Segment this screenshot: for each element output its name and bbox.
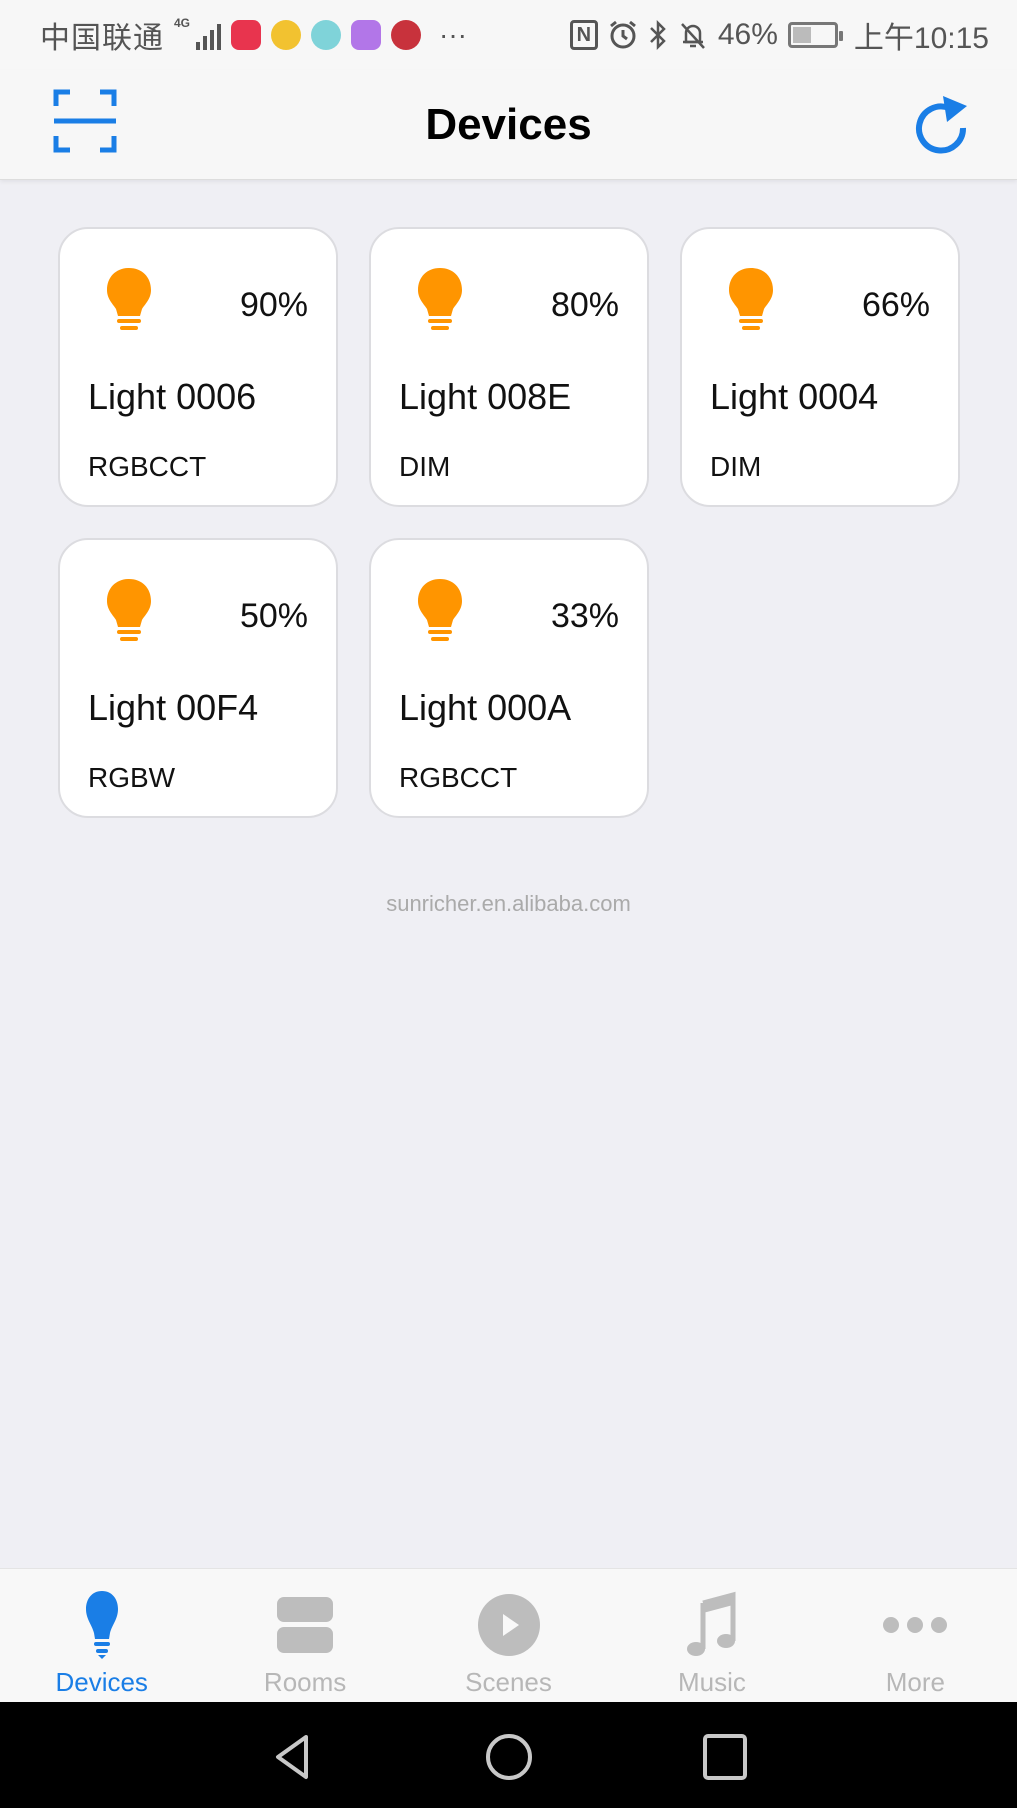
device-card[interactable]: 90% Light 0006 RGBCCT xyxy=(58,227,338,507)
bulb-icon xyxy=(418,579,462,641)
tab-label: Music xyxy=(677,1667,746,1697)
tab-label: More xyxy=(885,1667,945,1697)
device-name: Light 0006 xyxy=(88,376,257,417)
notification-app-icon xyxy=(231,20,262,50)
bulb-icon xyxy=(729,268,773,330)
device-brightness: 50% xyxy=(239,597,308,635)
tab-more[interactable]: More xyxy=(814,1569,1017,1702)
scan-icon xyxy=(53,89,117,153)
vendor-watermark: sunricher.en.alibaba.com xyxy=(386,891,631,916)
device-card[interactable]: 66% Light 0004 DIM xyxy=(680,227,960,507)
tab-label: Rooms xyxy=(263,1667,347,1697)
battery-icon xyxy=(787,22,843,48)
bulb-icon xyxy=(107,579,151,641)
back-icon[interactable] xyxy=(268,1732,318,1782)
tab-rooms[interactable]: Rooms xyxy=(203,1569,406,1702)
tab-label: Scenes xyxy=(465,1667,552,1697)
status-bar: 中国联通 4G ··· N 46% 上午10:15 xyxy=(0,0,1017,70)
refresh-button[interactable] xyxy=(909,86,973,156)
device-name: Light 00F4 xyxy=(88,687,259,728)
tab-devices[interactable]: Devices xyxy=(0,1569,203,1702)
network-type: 4G xyxy=(174,16,191,30)
more-notifications-icon: ··· xyxy=(439,19,467,50)
refresh-icon xyxy=(916,96,967,154)
notification-bank-icon xyxy=(391,20,422,50)
device-name: Light 008E xyxy=(399,376,572,417)
alarm-icon xyxy=(609,20,636,49)
status-bar-left: 中国联通 4G ··· xyxy=(40,13,467,57)
device-name: Light 0004 xyxy=(710,376,879,417)
carrier-name: 中国联通 xyxy=(40,22,164,55)
device-type: RGBCCT xyxy=(399,762,518,793)
device-type: DIM xyxy=(399,451,451,482)
mute-bell-icon xyxy=(680,23,705,49)
device-card[interactable]: 50% Light 00F4 RGBW xyxy=(58,538,338,818)
status-bar-right: N 46% 上午10:15 xyxy=(569,13,989,57)
bulb-icon xyxy=(85,1591,118,1659)
app-header: Devices xyxy=(0,70,1017,180)
rooms-icon xyxy=(277,1597,334,1653)
nfc-icon: N xyxy=(569,20,598,50)
bulb-icon xyxy=(107,268,151,330)
device-type: RGBCCT xyxy=(88,451,207,482)
device-brightness: 33% xyxy=(550,597,619,635)
recents-icon[interactable] xyxy=(700,1732,750,1782)
system-nav-bar xyxy=(0,1702,1017,1808)
battery-percent: 46% xyxy=(717,18,778,51)
tab-bar: Devices Rooms Scenes Music More xyxy=(0,1568,1017,1702)
device-name: Light 000A xyxy=(399,687,572,728)
notification-music-app-icon xyxy=(271,20,302,50)
more-dots-icon xyxy=(883,1617,948,1633)
notification-browser-icon xyxy=(311,20,342,50)
tab-scenes[interactable]: Scenes xyxy=(407,1569,610,1702)
device-type: DIM xyxy=(710,451,762,482)
signal-icon xyxy=(196,20,222,50)
bulb-icon xyxy=(418,268,462,330)
tab-music[interactable]: Music xyxy=(610,1569,813,1702)
device-card[interactable]: 33% Light 000A RGBCCT xyxy=(369,538,649,818)
device-grid: 90% Light 0006 RGBCCT 80% Light 008E DIM… xyxy=(58,227,960,818)
music-note-icon xyxy=(686,1591,736,1656)
bluetooth-icon xyxy=(649,20,666,50)
device-brightness: 90% xyxy=(239,286,308,324)
tab-label: Devices xyxy=(55,1667,148,1697)
clock: 上午10:15 xyxy=(853,22,989,55)
device-type: RGBW xyxy=(88,762,176,793)
home-icon[interactable] xyxy=(484,1732,534,1782)
device-brightness: 80% xyxy=(550,286,619,324)
device-brightness: 66% xyxy=(861,286,930,324)
scan-button[interactable] xyxy=(52,88,118,154)
play-circle-icon xyxy=(477,1594,540,1656)
page-title: Devices xyxy=(425,99,592,149)
notification-app-icon xyxy=(351,20,382,50)
device-card[interactable]: 80% Light 008E DIM xyxy=(369,227,649,507)
